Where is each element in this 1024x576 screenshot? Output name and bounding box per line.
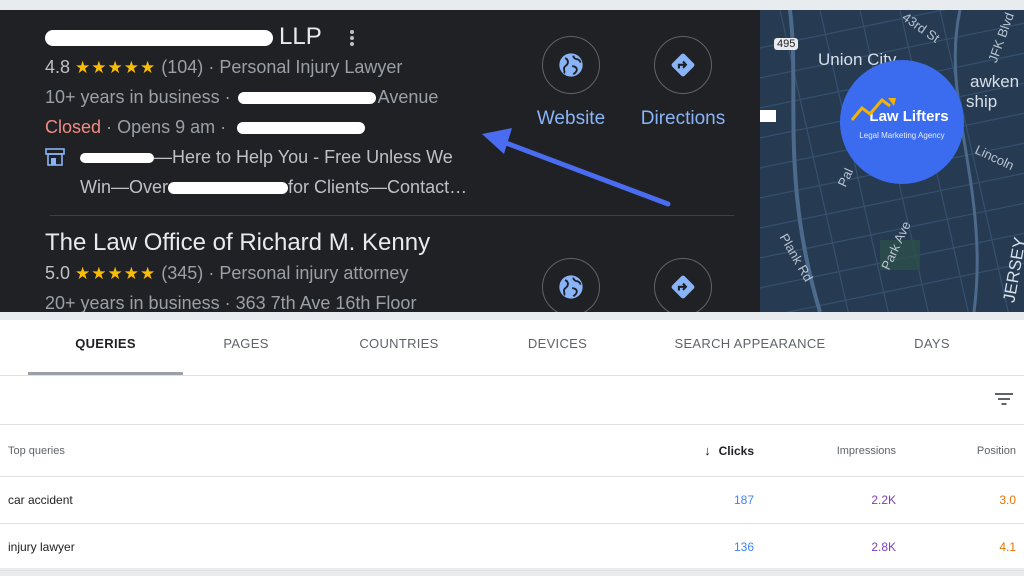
redaction-mark — [45, 29, 273, 46]
website-button[interactable] — [511, 258, 631, 312]
review-count[interactable]: (345) — [161, 263, 203, 283]
website-button[interactable]: Website — [511, 36, 631, 130]
table-row[interactable]: injury lawyer 136 2.8K 4.1 — [0, 524, 1024, 571]
tab-queries[interactable]: QUERIES — [28, 320, 183, 376]
business-category: Personal injury attorney — [219, 263, 409, 283]
years-in-business: 20+ years in business — [45, 293, 220, 312]
search-console-performance: QUERIES PAGES COUNTRIES DEVICES SEARCH A… — [0, 320, 1024, 571]
map-label: awken — [970, 72, 1020, 91]
impressions-cell: 2.2K — [871, 493, 896, 507]
listing-divider — [50, 215, 734, 216]
rating-value: 5.0 — [45, 263, 71, 283]
query-cell: car accident — [8, 493, 73, 507]
years-in-business: 10+ years in business — [45, 87, 220, 107]
star-rating-icon: ★★★★★ — [75, 58, 157, 77]
storefront-icon — [45, 148, 65, 166]
maps-local-pack: LLP 4.8 ★★★★★ (104) · Personal Injury La… — [0, 10, 1024, 312]
clicks-cell: 187 — [733, 493, 754, 507]
review-count[interactable]: (104) — [161, 57, 203, 77]
chart-arrow-icon — [850, 97, 896, 121]
opening-hours: Opens 9 am — [117, 117, 216, 137]
rating-value: 4.8 — [45, 57, 71, 77]
sort-descending-icon: ↓ — [704, 443, 711, 458]
star-rating-icon: ★★★★★ — [75, 264, 157, 283]
tab-search-appearance[interactable]: SEARCH APPEARANCE — [665, 320, 835, 376]
more-options-icon[interactable] — [344, 27, 360, 49]
tab-countries[interactable]: COUNTRIES — [340, 320, 458, 376]
position-cell: 4.1 — [999, 540, 1016, 554]
business-name[interactable]: The Law Office of Richard M. Kenny — [45, 228, 735, 258]
tab-devices[interactable]: DEVICES — [505, 320, 610, 376]
highway-shield: 495 — [774, 38, 799, 50]
directions-icon — [671, 275, 695, 299]
tab-days[interactable]: DAYS — [890, 320, 974, 376]
column-header-impressions[interactable]: Impressions — [837, 425, 896, 476]
position-cell: 3.0 — [999, 493, 1016, 507]
directions-button[interactable] — [623, 258, 743, 312]
table-row[interactable]: car accident 187 2.2K 3.0 — [0, 477, 1024, 524]
map-label: ship — [966, 92, 998, 111]
redaction-mark — [80, 153, 154, 164]
table-header-row: Top queries ↓ Clicks Impressions Positio… — [0, 425, 1024, 477]
directions-icon — [671, 53, 695, 77]
address: 363 7th Ave 16th Floor — [235, 293, 417, 312]
globe-icon — [559, 53, 583, 77]
globe-icon — [559, 275, 583, 299]
tab-pages[interactable]: PAGES — [190, 320, 302, 376]
column-header-position[interactable]: Position — [977, 425, 1016, 476]
column-header-clicks[interactable]: ↓ Clicks — [704, 425, 754, 476]
annotation-arrow — [482, 128, 671, 207]
query-cell: injury lawyer — [8, 540, 75, 554]
filter-icon[interactable] — [994, 390, 1014, 408]
active-tab-indicator — [28, 372, 183, 375]
open-status: Closed — [45, 117, 102, 137]
redaction-mark — [237, 122, 366, 135]
report-tabs: QUERIES PAGES COUNTRIES DEVICES SEARCH A… — [0, 320, 1024, 376]
redaction-mark — [168, 182, 289, 195]
clicks-cell: 136 — [733, 540, 754, 554]
column-header-query: Top queries — [8, 444, 65, 457]
directions-button[interactable]: Directions — [623, 36, 743, 130]
impressions-cell: 2.8K — [871, 540, 896, 554]
redaction-mark — [237, 92, 376, 105]
queries-table: Top queries ↓ Clicks Impressions Positio… — [0, 425, 1024, 571]
table-toolbar — [0, 376, 1024, 425]
law-lifters-logo: Law Lifters Legal Marketing Agency — [840, 60, 964, 184]
address: Avenue — [377, 87, 439, 107]
business-category: Personal Injury Lawyer — [219, 57, 403, 77]
